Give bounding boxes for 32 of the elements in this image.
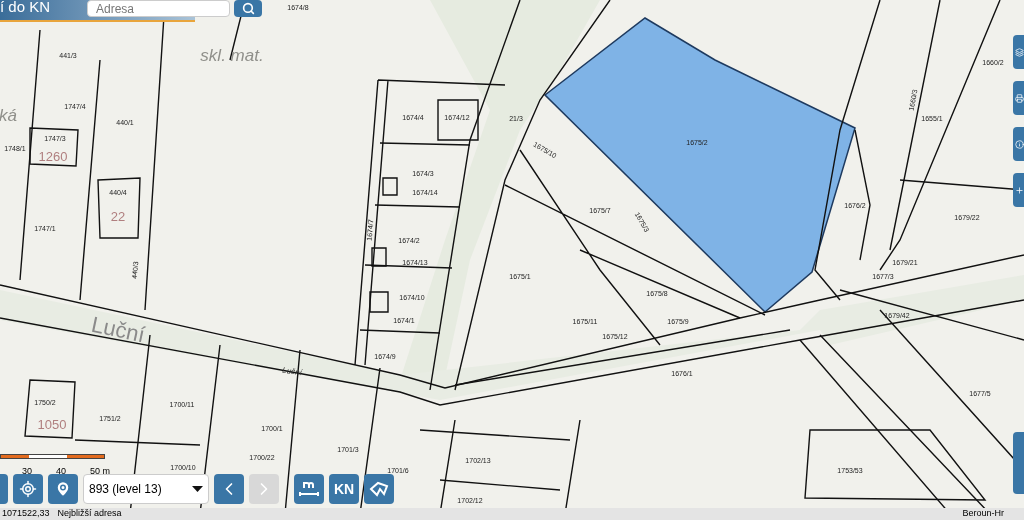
street-name: Luční [89, 313, 147, 347]
coordinates-text: 1071522,33 [2, 509, 50, 518]
level-select[interactable]: 893 (level 13) [83, 474, 209, 504]
scale-label: 40 [56, 465, 67, 478]
address-number: 22 [110, 209, 126, 223]
address-field[interactable]: Adresa [87, 0, 230, 17]
layers-icon [1015, 47, 1024, 57]
back-button[interactable] [214, 474, 244, 504]
polygon-button[interactable] [364, 474, 394, 504]
place-label: skl. mat. [200, 46, 264, 64]
place-label: ká [0, 106, 17, 124]
caret-icon [192, 486, 203, 492]
header-title: í do KN [0, 0, 51, 17]
municipality-text: Beroun-Hr [962, 509, 1004, 518]
polygon-icon [369, 481, 389, 497]
map-pin-icon [54, 480, 72, 498]
marker-button[interactable] [48, 474, 78, 504]
printer-icon [1015, 93, 1024, 103]
street-name: Luční [281, 366, 303, 378]
locate-icon [19, 480, 37, 498]
scale-label: 30 [22, 465, 32, 478]
address-number: 1050 [37, 417, 67, 431]
measure-button[interactable] [294, 474, 324, 504]
kn-button[interactable]: KN [329, 474, 359, 504]
ruler-icon [299, 480, 319, 498]
info-icon [1015, 139, 1024, 149]
address-text: Nejbližší adresa [57, 509, 122, 518]
plus-icon [1015, 185, 1024, 195]
search-button[interactable] [234, 0, 262, 17]
locate-button[interactable] [13, 474, 43, 504]
search-icon [241, 2, 255, 15]
address-number: 1260 [38, 149, 68, 163]
